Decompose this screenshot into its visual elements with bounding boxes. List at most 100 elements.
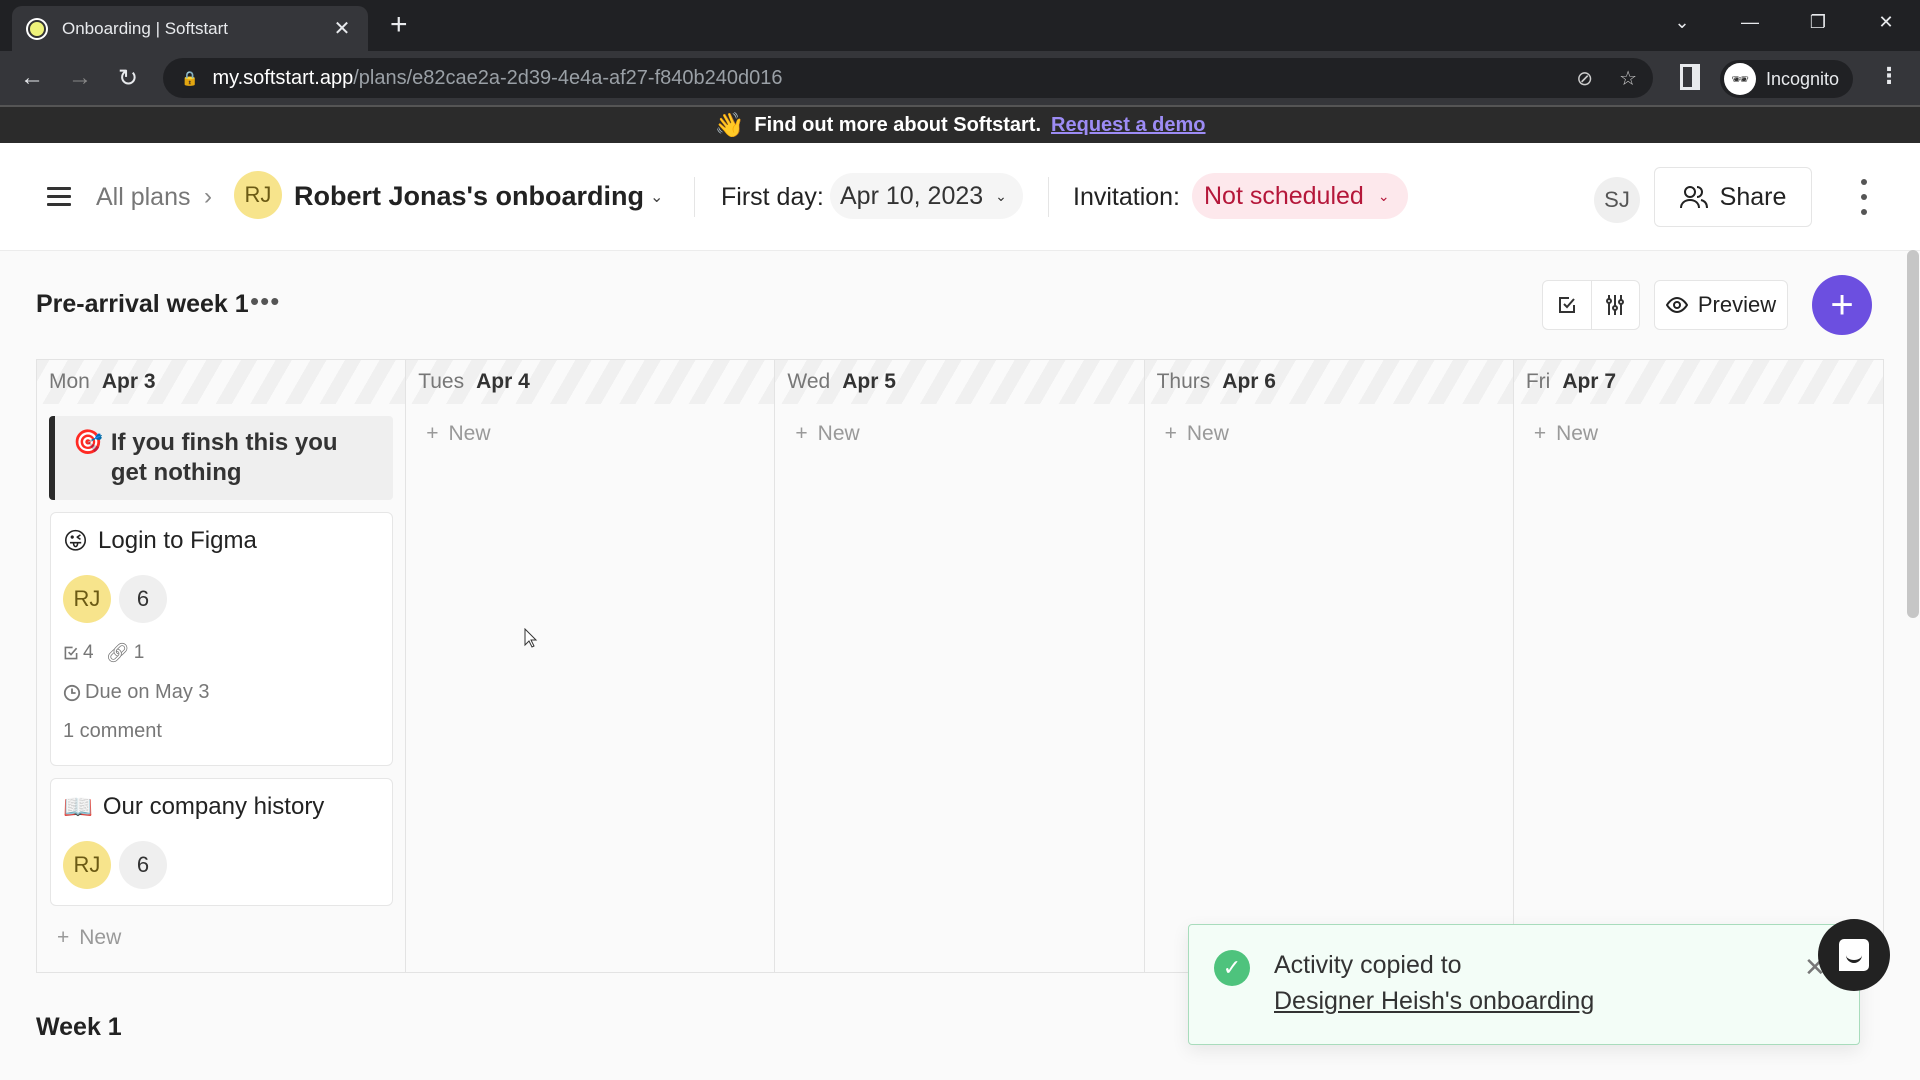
- day-column-tue: Tues Apr 4 + New: [406, 360, 776, 972]
- browser-tab-bar: Onboarding | Softstart ✕ + ⌄ — ❐ ✕: [0, 0, 1920, 51]
- tab-search-icon[interactable]: ⌄: [1648, 12, 1716, 33]
- day-column-wed: Wed Apr 5 + New: [775, 360, 1145, 972]
- section-title: Pre-arrival week 1: [36, 290, 249, 318]
- invitation-status-dropdown[interactable]: Not scheduled ⌄: [1192, 173, 1408, 219]
- new-activity-button[interactable]: + New: [795, 422, 859, 446]
- bookmark-star-icon[interactable]: ☆: [1619, 66, 1637, 91]
- first-day-picker[interactable]: Apr 10, 2023 ⌄: [830, 173, 1023, 219]
- first-day-value: Apr 10, 2023: [840, 181, 984, 210]
- week-board: Mon Apr 3 🎯 If you finsh this you get no…: [36, 359, 1884, 973]
- address-bar[interactable]: 🔒 my.softstart.app /plans/e82cae2a-2d39-…: [163, 58, 1653, 98]
- new-label: New: [817, 422, 860, 445]
- link-count: 1: [133, 642, 145, 663]
- incognito-badge[interactable]: 🕶 Incognito: [1720, 60, 1854, 98]
- close-window-icon[interactable]: ✕: [1852, 12, 1920, 33]
- side-panel-icon[interactable]: [1680, 64, 1700, 90]
- browser-tab[interactable]: Onboarding | Softstart ✕: [12, 6, 368, 51]
- plus-icon: +: [1164, 422, 1177, 445]
- forward-icon[interactable]: →: [56, 64, 104, 92]
- incognito-label: Incognito: [1766, 68, 1840, 89]
- day-header: Wed Apr 5: [775, 360, 1144, 404]
- plus-icon: +: [795, 422, 808, 445]
- page-scrollbar[interactable]: [1907, 250, 1919, 618]
- checkbox-icon: [1558, 297, 1575, 313]
- participant-count: 6: [119, 841, 167, 889]
- invitation-label: Invitation:: [1073, 183, 1181, 211]
- divider: [694, 177, 695, 217]
- user-avatar[interactable]: SJ: [1594, 177, 1640, 223]
- chevron-right-icon: ›: [204, 183, 212, 210]
- day-date: Apr 4: [476, 370, 530, 393]
- new-activity-button[interactable]: + New: [1534, 422, 1598, 446]
- minimize-icon[interactable]: —: [1716, 12, 1784, 33]
- restore-icon[interactable]: ❐: [1784, 12, 1852, 33]
- day-name: Mon: [49, 370, 90, 393]
- preview-label: Preview: [1697, 292, 1777, 317]
- share-button[interactable]: Share: [1654, 167, 1812, 227]
- new-label: New: [1186, 422, 1229, 445]
- day-column-mon: Mon Apr 3 🎯 If you finsh this you get no…: [37, 360, 407, 972]
- activity-card[interactable]: 😜 Login to Figma RJ 6 4 🔗︎ 1 Due on May 3…: [50, 512, 393, 766]
- promo-banner: 👋 Find out more about Softstart. Request…: [0, 105, 1920, 143]
- chevron-down-icon[interactable]: ⌄: [650, 187, 663, 207]
- plan-title[interactable]: Robert Jonas's onboarding: [294, 181, 644, 212]
- day-header: Thurs Apr 6: [1144, 360, 1513, 404]
- request-demo-link[interactable]: Request a demo: [1051, 114, 1205, 137]
- preview-button[interactable]: Preview: [1654, 280, 1788, 330]
- window-controls: ⌄ — ❐ ✕: [1648, 0, 1920, 44]
- more-options-icon[interactable]: [1856, 179, 1872, 215]
- activity-card[interactable]: 📖 Our company history RJ 6: [50, 778, 393, 906]
- app-header: All plans › RJ Robert Jonas's onboarding…: [0, 143, 1920, 251]
- day-date: Apr 3: [101, 370, 156, 393]
- new-tab-icon[interactable]: +: [390, 10, 408, 40]
- milestone-text: If you finsh this you get nothing: [110, 429, 338, 486]
- chat-launcher-button[interactable]: [1818, 919, 1890, 991]
- filter-button[interactable]: [1592, 281, 1640, 329]
- plan-avatar: RJ: [234, 171, 282, 219]
- clock-icon: [63, 684, 81, 701]
- divider: [1048, 177, 1049, 217]
- mouse-cursor-icon: [524, 628, 538, 648]
- day-name: Wed: [787, 370, 831, 393]
- new-activity-button[interactable]: + New: [1165, 422, 1229, 446]
- day-date: Apr 5: [842, 370, 896, 393]
- invitation-status: Not scheduled: [1204, 181, 1364, 210]
- new-label: New: [1556, 422, 1599, 445]
- target-icon: 🎯: [73, 428, 103, 456]
- day-name: Fri: [1525, 370, 1551, 393]
- lock-icon: 🔒: [181, 69, 199, 86]
- milestone-card[interactable]: 🎯 If you finsh this you get nothing: [49, 416, 393, 500]
- chevron-down-icon: ⌄: [995, 187, 1007, 204]
- tab-close-icon[interactable]: ✕: [330, 16, 354, 41]
- new-activity-button[interactable]: + New: [426, 422, 490, 446]
- back-icon[interactable]: ←: [8, 64, 56, 92]
- first-day-label: First day:: [721, 183, 824, 211]
- participant-count: 6: [119, 575, 167, 623]
- menu-icon[interactable]: [47, 187, 71, 207]
- due-date: Due on May 3: [85, 681, 210, 703]
- assignee-avatar: RJ: [63, 575, 111, 623]
- incognito-icon: 🕶: [1724, 63, 1756, 95]
- add-activity-button[interactable]: +: [1812, 275, 1872, 335]
- plus-icon: +: [1533, 422, 1547, 445]
- softstart-favicon-icon: [26, 17, 48, 40]
- tab-title: Onboarding | Softstart: [62, 18, 229, 38]
- eye-off-icon[interactable]: ⊘: [1576, 66, 1593, 91]
- day-header: Fri Apr 7: [1513, 360, 1884, 404]
- reload-icon[interactable]: ↻: [104, 64, 152, 93]
- next-section-title: Week 1: [36, 1013, 122, 1041]
- breadcrumb-all-plans[interactable]: All plans: [96, 183, 191, 212]
- sliders-icon: [1606, 295, 1625, 315]
- section-more-icon[interactable]: •••: [250, 286, 280, 317]
- new-label: New: [79, 926, 122, 949]
- day-date: Apr 7: [1562, 370, 1616, 393]
- new-activity-button[interactable]: + New: [57, 926, 121, 950]
- winking-tongue-face-icon: 😜: [63, 527, 89, 555]
- users-icon: [1679, 186, 1708, 209]
- toast-plan-link[interactable]: Designer Heish's onboarding: [1274, 987, 1594, 1016]
- browser-menu-icon[interactable]: ⋮: [1878, 63, 1900, 89]
- day-header: Tues Apr 4: [406, 360, 775, 404]
- plus-icon: +: [1830, 282, 1854, 327]
- task-count: 4: [83, 642, 94, 663]
- checklist-toggle[interactable]: [1543, 281, 1592, 329]
